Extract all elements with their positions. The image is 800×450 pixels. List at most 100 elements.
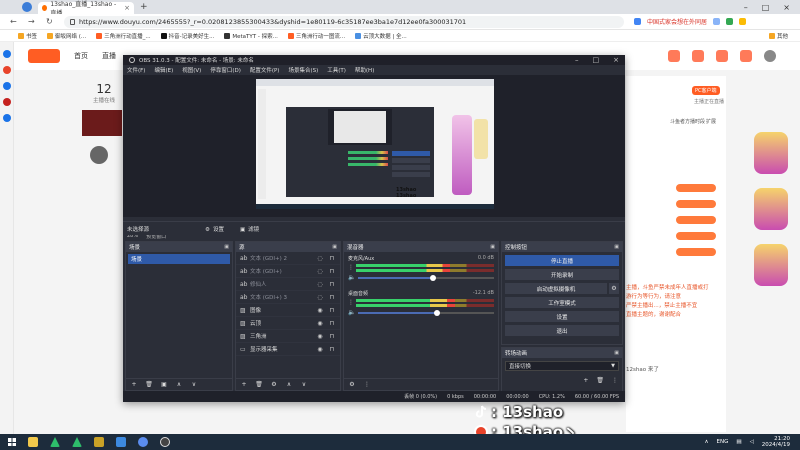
menu-file[interactable]: 文件(F) xyxy=(127,66,145,74)
source-item[interactable]: ab 文本 (GDI+) 3 ◌ ⊓ xyxy=(236,291,340,304)
bookmark-item[interactable]: 御坂网络 (... xyxy=(47,32,86,40)
extension-icon[interactable] xyxy=(634,18,641,25)
rank-row[interactable] xyxy=(676,216,716,224)
rank-row[interactable] xyxy=(676,248,716,256)
bookmark-item[interactable]: 云顶大数据 | 全... xyxy=(355,32,407,40)
extension-icon[interactable] xyxy=(2,66,11,74)
app-icon[interactable] xyxy=(116,437,126,447)
source-item[interactable]: ▨ 三角洲 ◉ ⊓ xyxy=(236,330,340,343)
eye-icon[interactable]: ◉ xyxy=(316,320,324,327)
gift-banner[interactable] xyxy=(754,244,788,286)
tab-close-icon[interactable]: × xyxy=(124,4,130,12)
lock-icon[interactable]: ⊓ xyxy=(328,268,336,275)
preview-area[interactable]: 13shao 13shao 28% 预览窗口 xyxy=(123,75,625,240)
extension-icon[interactable] xyxy=(2,98,11,106)
browser-logo-icon[interactable] xyxy=(22,2,32,12)
follow-icon[interactable] xyxy=(692,50,704,62)
obs-icon[interactable] xyxy=(160,437,170,447)
rank-row[interactable] xyxy=(676,184,716,192)
chevron-up-icon[interactable]: ∧ xyxy=(704,439,708,445)
chat-user[interactable]: 12shao xyxy=(626,367,646,373)
source-item[interactable]: ▨ 图像 ◉ ⊓ xyxy=(236,304,340,317)
app-icon[interactable] xyxy=(94,437,104,447)
url-bar[interactable]: https://www.douyu.com/2465555?_r=0.02081… xyxy=(64,15,624,28)
more-vertical-icon[interactable]: ⋮ xyxy=(363,381,371,389)
eye-off-icon[interactable]: ◌ xyxy=(316,294,324,301)
add-icon[interactable]: + xyxy=(130,381,138,389)
browser-icon[interactable] xyxy=(138,437,148,447)
lock-icon[interactable]: ⊓ xyxy=(328,255,336,262)
chevron-down-icon[interactable]: ∨ xyxy=(190,381,198,389)
menu-tools[interactable]: 工具(T) xyxy=(327,66,346,74)
speaker-icon[interactable]: 🔈 xyxy=(348,309,355,316)
bookmark-item[interactable]: 书签 xyxy=(18,32,37,40)
download-icon[interactable] xyxy=(668,50,680,62)
avatar[interactable] xyxy=(764,50,776,62)
bookmark-item[interactable]: 抖音-记录美好生... xyxy=(160,32,214,40)
maximize-icon[interactable]: □ xyxy=(593,56,600,64)
source-filter-button[interactable]: ▣ 滤镜 xyxy=(240,225,259,233)
menu-view[interactable]: 视图(V) xyxy=(182,66,201,74)
dock-close-icon[interactable]: ▣ xyxy=(332,244,337,250)
extension-icon[interactable] xyxy=(713,18,721,25)
app-icon[interactable] xyxy=(50,437,60,447)
dock-close-icon[interactable]: ▣ xyxy=(614,350,619,356)
eye-off-icon[interactable]: ◌ xyxy=(316,268,324,275)
minimize-icon[interactable]: – xyxy=(575,56,579,64)
gear-icon[interactable]: ⚙ xyxy=(348,381,356,389)
start-virtual-camera-button[interactable]: 启动虚拟摄像机 xyxy=(505,283,607,294)
nav-live[interactable]: 直播 xyxy=(102,51,116,61)
transition-select[interactable]: 直接切换 ▼ xyxy=(505,361,619,371)
settings-button[interactable]: 设置 xyxy=(505,311,619,322)
reload-icon[interactable]: ↻ xyxy=(46,17,54,26)
speaker-icon[interactable]: ◁ xyxy=(750,439,754,445)
add-icon[interactable]: + xyxy=(583,377,588,384)
start-recording-button[interactable]: 开始录制 xyxy=(505,269,619,280)
eye-icon[interactable]: ◉ xyxy=(316,307,324,314)
task-icon[interactable] xyxy=(740,50,752,62)
filter-icon[interactable]: ▣ xyxy=(160,381,168,389)
source-item[interactable]: ▨ 云顶 ◉ ⊓ xyxy=(236,317,340,330)
menu-edit[interactable]: 编辑(E) xyxy=(154,66,173,74)
extension-icon[interactable] xyxy=(739,18,747,25)
rank-row[interactable] xyxy=(676,232,716,240)
eye-icon[interactable]: ◉ xyxy=(316,346,324,353)
gift-banner[interactable] xyxy=(754,132,788,174)
lock-icon[interactable]: ⊓ xyxy=(328,346,336,353)
bookmark-item[interactable]: 其他 xyxy=(768,32,788,40)
dock-close-icon[interactable]: ▣ xyxy=(224,244,229,250)
extension-icon[interactable] xyxy=(2,114,11,122)
browser-tab[interactable]: 13shao_直播_13shao - 直播 × xyxy=(38,1,134,17)
extension-icon[interactable] xyxy=(2,82,11,90)
eye-off-icon[interactable]: ◌ xyxy=(316,255,324,262)
language-indicator[interactable]: ENG xyxy=(717,439,729,445)
minimize-icon[interactable]: – xyxy=(744,3,748,12)
gear-icon[interactable]: ⚙ xyxy=(609,283,619,294)
menu-scene-collection[interactable]: 场景集合(S) xyxy=(288,66,318,74)
menu-help[interactable]: 帮助(H) xyxy=(355,66,374,74)
trending-text[interactable]: 中国式家会想在外同居 xyxy=(647,17,707,26)
speaker-icon[interactable]: 🔈 xyxy=(348,274,355,281)
network-icon[interactable]: ▤ xyxy=(736,439,741,445)
source-item[interactable]: ab 文本 (GDI+) ◌ ⊓ xyxy=(236,265,340,278)
source-settings-button[interactable]: ⚙ 设置 xyxy=(205,225,224,233)
close-icon[interactable]: × xyxy=(783,3,790,12)
bookmark-item[interactable]: 三角洲行动一图流... xyxy=(287,32,345,40)
anchor-avatar[interactable] xyxy=(90,146,108,164)
close-icon[interactable]: × xyxy=(613,56,619,64)
back-icon[interactable]: ← xyxy=(10,17,18,26)
extension-icon[interactable] xyxy=(726,18,734,25)
source-item[interactable]: ab 修仙人 ◌ ⊓ xyxy=(236,278,340,291)
clock[interactable]: 21:20 2024/4/19 xyxy=(762,436,790,448)
windows-start-icon[interactable] xyxy=(8,438,16,446)
preview-canvas[interactable]: 13shao 13shao xyxy=(256,79,494,209)
bookmark-item[interactable]: 三角洲行动直播_... xyxy=(96,32,151,40)
trash-icon[interactable]: 🗑 xyxy=(145,381,153,389)
bookmark-item[interactable]: MetaTYT - 探索... xyxy=(224,32,278,40)
followed-anchors[interactable]: 12 主播在线 xyxy=(84,82,124,104)
eye-off-icon[interactable]: ◌ xyxy=(316,281,324,288)
chevron-up-icon[interactable]: ∧ xyxy=(285,381,293,389)
menu-profile[interactable]: 配置文件(P) xyxy=(250,66,280,74)
stop-streaming-button[interactable]: 停止直播 xyxy=(505,255,619,266)
menu-docks[interactable]: 停靠窗口(D) xyxy=(210,66,241,74)
